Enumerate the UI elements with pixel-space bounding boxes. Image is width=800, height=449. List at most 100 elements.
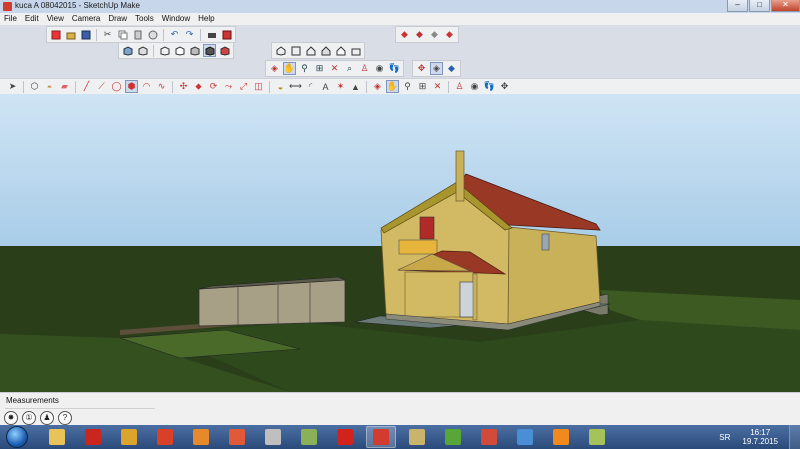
polygon-icon[interactable]: ⬢: [125, 80, 138, 93]
warehouse-icon[interactable]: ◆: [398, 28, 411, 41]
user-icon[interactable]: ♟: [40, 411, 54, 425]
clock[interactable]: 16:17 19.7.2015: [742, 428, 778, 446]
taskbar-app-button[interactable]: [294, 426, 324, 448]
erase-icon[interactable]: [146, 28, 159, 41]
shaded-icon[interactable]: [188, 44, 201, 57]
taskbar-app-button[interactable]: [546, 426, 576, 448]
menu-draw[interactable]: Draw: [104, 13, 131, 25]
taskbar-app-button[interactable]: [474, 426, 504, 448]
minimize-button[interactable]: –: [727, 0, 748, 12]
shaded-textures-icon[interactable]: [203, 44, 216, 57]
show-desktop-button[interactable]: [789, 425, 800, 449]
right-view-icon[interactable]: [319, 44, 332, 57]
rotate-icon[interactable]: ⟳: [207, 80, 220, 93]
select-icon[interactable]: ➤: [6, 80, 19, 93]
position-camera-3-icon[interactable]: ♙: [453, 80, 466, 93]
credits-icon[interactable]: ①: [22, 411, 36, 425]
axes-icon[interactable]: ✶: [334, 80, 347, 93]
share-model-icon[interactable]: ◆: [413, 28, 426, 41]
help-icon[interactable]: ?: [58, 411, 72, 425]
line-icon[interactable]: ⟋: [95, 80, 108, 93]
menu-camera[interactable]: Camera: [68, 13, 104, 25]
maximize-button[interactable]: □: [749, 0, 770, 12]
copy-icon[interactable]: [116, 28, 129, 41]
walk-3-icon[interactable]: 👣: [483, 80, 496, 93]
taskbar-app-button[interactable]: [258, 426, 288, 448]
offset-icon[interactable]: ◫: [252, 80, 265, 93]
menu-view[interactable]: View: [43, 13, 68, 25]
tape-measure-icon[interactable]: ◒: [274, 80, 287, 93]
move-icon[interactable]: ✣: [177, 80, 190, 93]
hidden-line-icon[interactable]: [173, 44, 186, 57]
dimension-icon[interactable]: ⟷: [289, 80, 302, 93]
taskbar-app-button[interactable]: [150, 426, 180, 448]
follow-me-icon[interactable]: ⤳: [222, 80, 235, 93]
left-view-icon[interactable]: [349, 44, 362, 57]
zoom-window-3-icon[interactable]: ⊞: [416, 80, 429, 93]
zoom-extents-3-icon[interactable]: ✕: [431, 80, 444, 93]
freehand-icon[interactable]: ∿: [155, 80, 168, 93]
geo-location-icon[interactable]: ✸: [4, 411, 18, 425]
position-camera-icon[interactable]: ♙: [358, 62, 371, 75]
save-icon[interactable]: [79, 28, 92, 41]
pencil-icon[interactable]: ╱: [80, 80, 93, 93]
taskbar-app-button[interactable]: [42, 426, 72, 448]
open-icon[interactable]: [64, 28, 77, 41]
look-around-3-icon[interactable]: ◉: [468, 80, 481, 93]
circle-icon[interactable]: ◯: [110, 80, 123, 93]
orbit-3-icon[interactable]: ◈: [371, 80, 384, 93]
3d-text-icon[interactable]: ▲: [349, 80, 362, 93]
taskbar-app-button[interactable]: [366, 426, 396, 448]
taskbar-app-button[interactable]: [222, 426, 252, 448]
look-around-icon[interactable]: ◉: [373, 62, 386, 75]
zoom-extents-icon[interactable]: ✕: [328, 62, 341, 75]
taskbar-app-button[interactable]: [402, 426, 432, 448]
taskbar-app-button[interactable]: [582, 426, 612, 448]
scale-icon[interactable]: ⤢: [237, 80, 250, 93]
protractor-icon[interactable]: ◜: [304, 80, 317, 93]
walk-2-icon[interactable]: ◈: [430, 62, 443, 75]
menu-help[interactable]: Help: [194, 13, 218, 25]
zoom-3-icon[interactable]: ⚲: [401, 80, 414, 93]
start-button[interactable]: [2, 425, 32, 449]
push-pull-icon[interactable]: ⬥: [192, 80, 205, 93]
menu-edit[interactable]: Edit: [21, 13, 43, 25]
close-button[interactable]: ✕: [771, 0, 800, 12]
eraser-icon[interactable]: ▰: [58, 80, 71, 93]
pan-2-icon[interactable]: ✥: [415, 62, 428, 75]
taskbar-app-button[interactable]: [186, 426, 216, 448]
menu-file[interactable]: File: [0, 13, 21, 25]
make-component-icon[interactable]: ⬡: [28, 80, 41, 93]
top-view-icon[interactable]: [289, 44, 302, 57]
paste-icon[interactable]: [131, 28, 144, 41]
paint-bucket-icon[interactable]: ◓: [43, 80, 56, 93]
front-view-icon[interactable]: [304, 44, 317, 57]
text-icon[interactable]: A: [319, 80, 332, 93]
iso-view-icon[interactable]: [274, 44, 287, 57]
wireframe-icon[interactable]: [158, 44, 171, 57]
new-icon[interactable]: [49, 28, 62, 41]
language-indicator[interactable]: SR: [719, 433, 730, 442]
model-info-icon[interactable]: [220, 28, 233, 41]
taskbar-app-button[interactable]: [330, 426, 360, 448]
xray-icon[interactable]: [121, 44, 134, 57]
zoom-window-icon[interactable]: ⊞: [313, 62, 326, 75]
orbit-2-icon[interactable]: ◆: [445, 62, 458, 75]
taskbar-app-button[interactable]: [114, 426, 144, 448]
taskbar-app-button[interactable]: [78, 426, 108, 448]
print-icon[interactable]: [205, 28, 218, 41]
cut-icon[interactable]: ✂: [101, 28, 114, 41]
taskbar-app-button[interactable]: [438, 426, 468, 448]
orbit-icon[interactable]: ◈: [268, 62, 281, 75]
zoom-icon[interactable]: ⚲: [298, 62, 311, 75]
menu-window[interactable]: Window: [158, 13, 194, 25]
arc-icon[interactable]: ◠: [140, 80, 153, 93]
component-icon[interactable]: ◆: [428, 28, 441, 41]
extension-icon[interactable]: ◆: [443, 28, 456, 41]
monochrome-icon[interactable]: [218, 44, 231, 57]
back-view-icon[interactable]: [334, 44, 347, 57]
section-plane-icon[interactable]: ✥: [498, 80, 511, 93]
pan-icon[interactable]: ✋: [283, 62, 296, 75]
model-viewport[interactable]: [0, 94, 800, 392]
undo-icon[interactable]: ↶: [168, 28, 181, 41]
